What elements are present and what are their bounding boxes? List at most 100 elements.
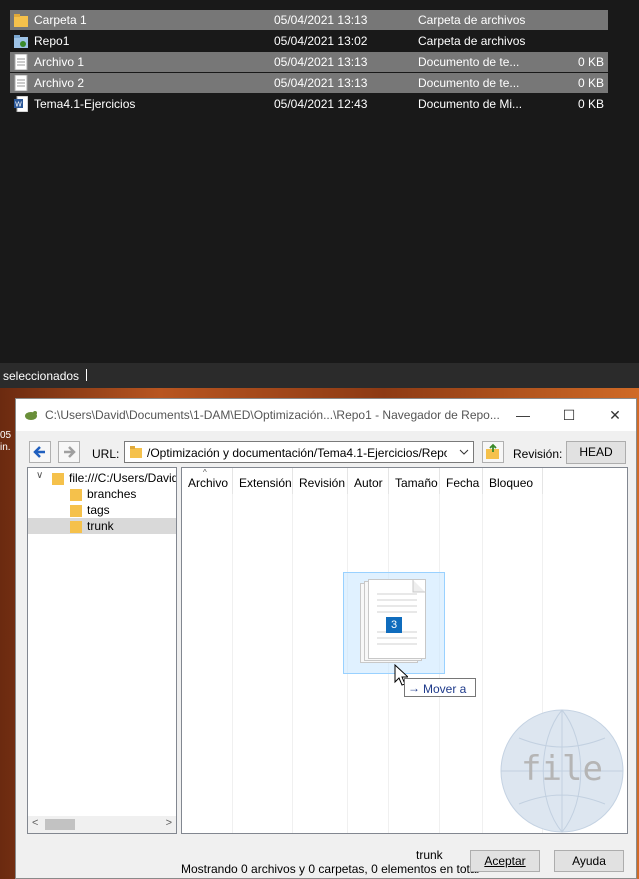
tree-horizontal-scrollbar[interactable]: < > <box>28 816 176 833</box>
folder-icon <box>14 12 28 28</box>
column-header[interactable]: Autor <box>348 468 389 494</box>
column-divider <box>482 494 483 833</box>
chevron-down-icon[interactable]: ∨ <box>36 470 43 481</box>
forward-button[interactable] <box>58 441 80 463</box>
file-size: 0 KB <box>577 55 604 69</box>
column-header-label: Bloqueo <box>489 476 534 490</box>
file-explorer: Carpeta 1 05/04/2021 13:13 Carpeta de arch… <box>0 0 639 388</box>
sort-indicator-icon: ^ <box>203 468 207 477</box>
title-bar[interactable]: C:\Users\David\Documents\1-DAM\ED\Optimi… <box>16 399 636 431</box>
tree-item-label: tags <box>87 503 110 517</box>
footer-summary: Mostrando 0 archivos y 0 carpetas, 0 ele… <box>181 862 480 876</box>
url-value: /Optimización y documentación/Tema4.1-Ej… <box>147 446 447 460</box>
text-document-icon <box>14 74 28 92</box>
folder-icon <box>130 446 142 458</box>
file-type: Documento de te... <box>418 76 520 90</box>
back-arrow-icon <box>33 446 45 458</box>
folder-up-icon <box>486 443 499 459</box>
file-type: Documento de te... <box>418 55 520 69</box>
file-name: Archivo 2 <box>34 76 85 90</box>
column-header-label: Archivo <box>188 476 229 490</box>
accept-button[interactable]: Aceptar <box>470 850 540 872</box>
accept-label: Aceptar <box>484 854 526 868</box>
tortoisesvn-icon <box>25 411 37 420</box>
tree-item-label: file:///C:/Users/David/ <box>69 471 177 485</box>
file-row[interactable]: W Tema4.1-Ejercicios 05/04/2021 12:43 Docum… <box>10 94 608 114</box>
tree-item-label: branches <box>87 487 137 501</box>
revision-head-button[interactable]: HEAD <box>566 441 626 464</box>
selection-status: seleccionados <box>3 369 80 383</box>
desktop-icon-label-fragment: 05 in. <box>0 430 12 453</box>
file-date: 05/04/2021 13:13 <box>274 76 368 90</box>
column-header[interactable]: Archivo <box>182 468 233 494</box>
drag-preview: 3 <box>343 572 445 674</box>
status-divider <box>86 369 87 381</box>
file-size: 0 KB <box>577 76 604 90</box>
back-button[interactable] <box>29 441 51 463</box>
file-name: Repo1 <box>34 34 70 48</box>
column-header-label: Autor <box>354 476 383 490</box>
file-name: Carpeta 1 <box>34 13 87 27</box>
arrow-right-icon: → <box>408 681 420 695</box>
column-header[interactable]: Extensión <box>233 468 293 494</box>
minimize-button[interactable]: — <box>500 399 546 431</box>
explorer-status-bar: seleccionados <box>0 363 639 388</box>
chevron-down-icon <box>459 449 469 455</box>
url-combobox[interactable]: /Optimización y documentación/Tema4.1-Ej… <box>124 441 474 463</box>
repo-folder-icon <box>14 33 28 49</box>
file-type: Documento de Mi... <box>418 97 523 111</box>
column-header[interactable]: Fecha <box>440 468 483 494</box>
move-to-label: Mover a <box>423 682 467 696</box>
text-document-icon <box>14 53 28 71</box>
folder-icon <box>70 521 82 533</box>
maximize-button[interactable]: ☐ <box>546 399 592 431</box>
close-button[interactable]: ✕ <box>592 399 638 431</box>
file-size: 0 KB <box>577 97 604 111</box>
drag-count-badge: 3 <box>386 617 402 633</box>
file-date: 05/04/2021 13:13 <box>274 13 368 27</box>
repo-browser-dialog: C:\Users\David\Documents\1-DAM\ED\Optimi… <box>15 398 637 879</box>
scroll-left-icon[interactable]: < <box>32 817 38 829</box>
globe-watermark-icon: file <box>500 709 624 833</box>
folder-icon <box>70 505 82 517</box>
tree-item[interactable]: trunk <box>28 518 176 534</box>
column-header-label: Tamaño <box>395 476 438 490</box>
column-header-label: Revisión <box>299 476 346 490</box>
column-header[interactable]: Bloqueo <box>483 468 543 494</box>
svg-text:W: W <box>15 101 22 109</box>
folder-icon <box>70 489 82 501</box>
revision-label: Revisión: <box>513 447 563 461</box>
file-date: 05/04/2021 12:43 <box>274 97 368 111</box>
scroll-right-icon[interactable]: > <box>166 817 172 829</box>
file-row[interactable]: Archivo 1 05/04/2021 13:13 Documento de te… <box>10 52 608 72</box>
column-header[interactable]: Tamaño <box>389 468 440 494</box>
repository-tree[interactable]: ∨ file:///C:/Users/David/branches tags trun… <box>27 467 177 834</box>
file-name: Tema4.1-Ejercicios <box>34 97 136 111</box>
footer-current-path: trunk <box>416 848 443 862</box>
file-row[interactable]: Repo1 05/04/2021 13:02 Carpeta de archivos <box>10 31 608 51</box>
file-type: Carpeta de archivos <box>418 13 526 27</box>
file-date: 05/04/2021 13:13 <box>274 55 368 69</box>
folder-icon <box>52 473 64 485</box>
url-label: URL: <box>92 447 120 461</box>
word-document-icon: W <box>14 95 29 113</box>
file-list-view[interactable]: Archivo Extensión Revisión Autor Tamaño Fecha… <box>181 467 628 834</box>
file-row[interactable]: Archivo 2 05/04/2021 13:13 Documento de te… <box>10 73 608 93</box>
help-button[interactable]: Ayuda <box>554 850 624 872</box>
column-divider <box>232 494 233 833</box>
watermark-text: file <box>521 749 603 789</box>
up-folder-button[interactable] <box>482 441 504 463</box>
column-header-label: Extensión <box>239 476 292 490</box>
scroll-thumb[interactable] <box>45 819 75 830</box>
file-type: Carpeta de archivos <box>418 34 526 48</box>
tree-item-label: trunk <box>87 519 114 533</box>
column-header[interactable]: Revisión <box>293 468 348 494</box>
window-title: C:\Users\David\Documents\1-DAM\ED\Optimi… <box>45 408 500 422</box>
move-to-tooltip: → Mover a <box>404 678 476 697</box>
toolbar: URL: /Optimización y documentación/Tema4… <box>16 431 636 465</box>
column-divider <box>292 494 293 833</box>
file-date: 05/04/2021 13:02 <box>274 34 368 48</box>
file-name: Archivo 1 <box>34 55 85 69</box>
column-header-label: Fecha <box>446 476 480 490</box>
file-row[interactable]: Carpeta 1 05/04/2021 13:13 Carpeta de arch… <box>10 10 608 30</box>
